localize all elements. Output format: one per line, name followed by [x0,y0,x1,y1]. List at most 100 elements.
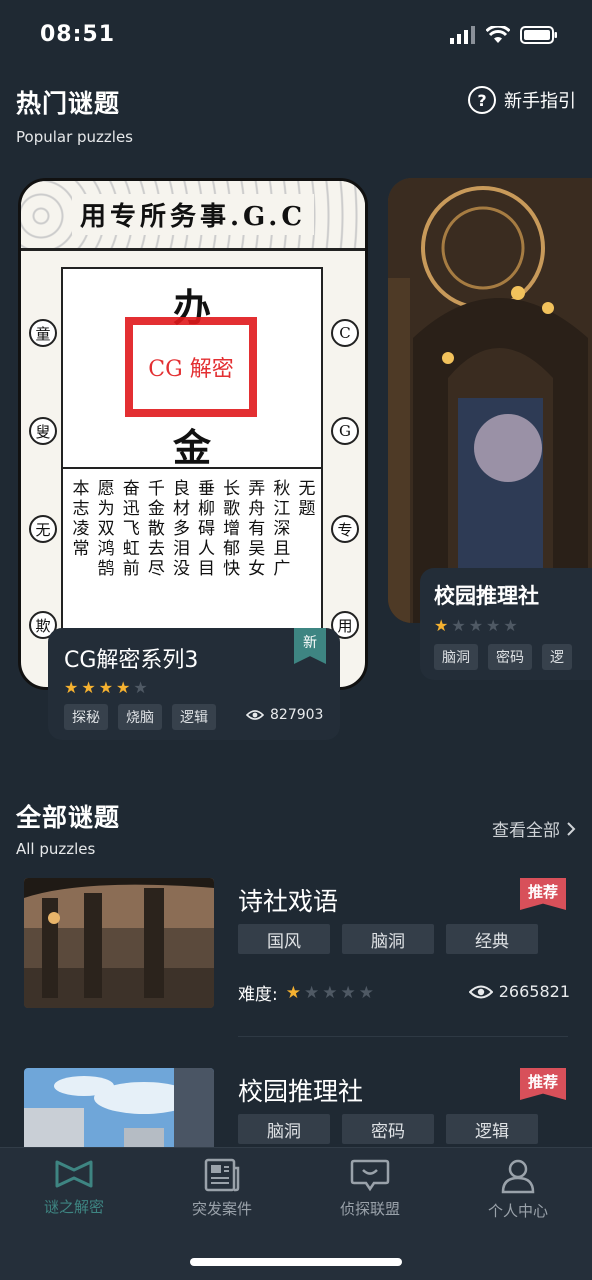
puzzle-tags: 国风 脑洞 经典 [238,924,538,954]
tab-alliance[interactable]: 侦探联盟 [296,1158,444,1219]
featured-tags: 探秘 烧脑 逻辑 [64,704,216,730]
hot-carousel[interactable]: 用专所务事.G.C 童 叟 无 欺 C G 专 用 办 CG 解密 金 本志凌常… [0,170,592,760]
tab-label: 侦探联盟 [339,1200,400,1218]
battery-icon [520,26,557,44]
puzzle-tags: 脑洞 密码 逻辑 [238,1114,538,1144]
person-icon [501,1159,535,1194]
star-empty-icon: ★ [451,616,466,635]
poster-side-char: 专 [331,515,359,543]
view-count: 2665821 [498,982,570,1001]
side-info-panel[interactable]: 校园推理社 ★ ★ ★ ★ ★ 脑洞 密码 逻 [420,568,592,680]
tag: 国风 [238,924,330,954]
poster-side-char: 无 [29,515,57,543]
star-filled-icon: ★ [64,678,79,697]
poster-side-char: 叟 [29,417,57,445]
eye-icon [468,985,493,998]
poster-side-char: G [331,417,359,445]
help-icon: ? [468,86,496,114]
tab-puzzles[interactable]: 谜之解密 [0,1158,148,1217]
featured-title: CG解密系列3 [64,648,199,673]
tab-label: 突发案件 [191,1200,252,1218]
featured-puzzle-card[interactable]: 用专所务事.G.C 童 叟 无 欺 C G 专 用 办 CG 解密 金 本志凌常… [18,178,368,690]
star-filled-icon: ★ [285,982,301,1003]
poster-side-char: C [331,319,359,347]
recommend-badge: 推荐 [520,878,566,910]
hot-section-title: 热门谜题 [16,89,121,118]
tag: 脑洞 [238,1114,330,1144]
poster-header: 用专所务事.G.C [21,181,365,251]
puzzle-title: 诗社戏语 [238,887,339,916]
poem-column: 长歌增郁快 [223,479,241,579]
tag: 逻 [542,644,572,670]
poem-column: 愿为双鸿鹄 [97,479,115,579]
wifi-icon [486,26,510,43]
status-time: 08:51 [40,22,116,47]
poem-column: 垂柳碍人目 [198,479,216,579]
beginner-guide-button[interactable]: ? 新手指引 [468,86,576,114]
star-empty-icon: ★ [322,982,338,1003]
side-card-tags: 脑洞 密码 逻 [434,644,572,670]
star-empty-icon: ★ [133,678,148,697]
poem-column: 良材多泪没 [172,479,190,579]
tag: 经典 [446,924,538,954]
poem-column: 本志凌常 [72,479,90,559]
star-empty-icon: ★ [340,982,356,1003]
poster-title-block: 办 CG 解密 金 [63,269,321,470]
view-count: 827903 [270,707,324,723]
star-filled-icon: ★ [98,678,114,697]
star-empty-icon: ★ [486,616,501,635]
guide-label: 新手指引 [504,91,576,112]
list-divider [238,1036,568,1037]
all-section-title: 全部谜题 [16,803,121,832]
poem-column: 弄舟有吴女 [248,479,266,579]
newspaper-icon [204,1158,240,1192]
status-bar: 08:51 [0,0,592,72]
temple-artwork [24,878,214,1008]
tab-cases[interactable]: 突发案件 [148,1158,296,1219]
tag: 脑洞 [434,644,478,670]
difficulty-rating: ★ ★ ★ ★ ★ [285,982,374,1003]
tag: 逻辑 [446,1114,538,1144]
puzzle-list-item[interactable]: 诗社戏语 推荐 国风 脑洞 经典 难度: ★ ★ ★ ★ ★ 2665821 [24,878,570,1028]
side-puzzle-card[interactable] [388,178,592,623]
tag: 逻辑 [172,704,216,730]
signal-icon [450,26,475,44]
tag: 探秘 [64,704,108,730]
status-icons [450,26,558,44]
recommend-badge: 推荐 [520,1068,566,1100]
poem-column: 秋江深且广 [273,479,291,579]
featured-rating: ★ ★ ★ ★ ★ [64,680,148,696]
tab-profile[interactable]: 个人中心 [444,1158,592,1221]
poster-title-char: 金 [172,425,211,470]
side-card-rating: ★ ★ ★ ★ ★ [434,618,518,634]
puzzle-title: 校园推理社 [238,1077,364,1106]
featured-views: 827903 [246,707,323,723]
star-filled-icon: ★ [116,678,131,697]
tab-label: 谜之解密 [43,1198,104,1216]
bowtie-icon [55,1160,93,1188]
poem-column: 奋迅飞虹前 [122,479,140,579]
poster-poem: 本志凌常 愿为双鸿鹄 奋迅飞虹前 千金散去尽 良材多泪没 垂柳碍人目 长歌增郁快 弄舟有吴女秋… [71,479,317,579]
tab-label: 个人中心 [487,1202,548,1220]
difficulty: 难度: ★ ★ ★ ★ ★ [238,980,374,1005]
view-all-link[interactable]: 查看全部 [492,816,576,841]
star-empty-icon: ★ [503,616,518,635]
poem-column: 千金散去尽 [147,479,165,579]
star-empty-icon: ★ [358,982,374,1003]
home-indicator[interactable] [190,1258,402,1266]
chat-icon [350,1159,390,1192]
star-filled-icon: ★ [81,678,96,697]
chevron-right-icon [567,821,576,836]
poster-body: 办 CG 解密 金 本志凌常 愿为双鸿鹄 奋迅飞虹前 千金散去尽 良材多泪没 垂柳碍人目长… [61,267,323,687]
tag: 烧脑 [118,704,162,730]
side-card-title: 校园推理社 [434,584,539,608]
tag: 密码 [488,644,532,670]
featured-info-panel[interactable]: CG解密系列3 新 ★ ★ ★ ★ ★ 探秘 烧脑 逻辑 827903 [48,628,340,740]
tag: 脑洞 [342,924,434,954]
difficulty-label: 难度: [238,985,278,1005]
new-badge: 新 [294,628,326,664]
tag: 密码 [342,1114,434,1144]
view-all-label: 查看全部 [492,821,560,841]
red-seal: CG 解密 [125,317,257,417]
poster-header-text: 用专所务事.G.C [71,194,315,235]
